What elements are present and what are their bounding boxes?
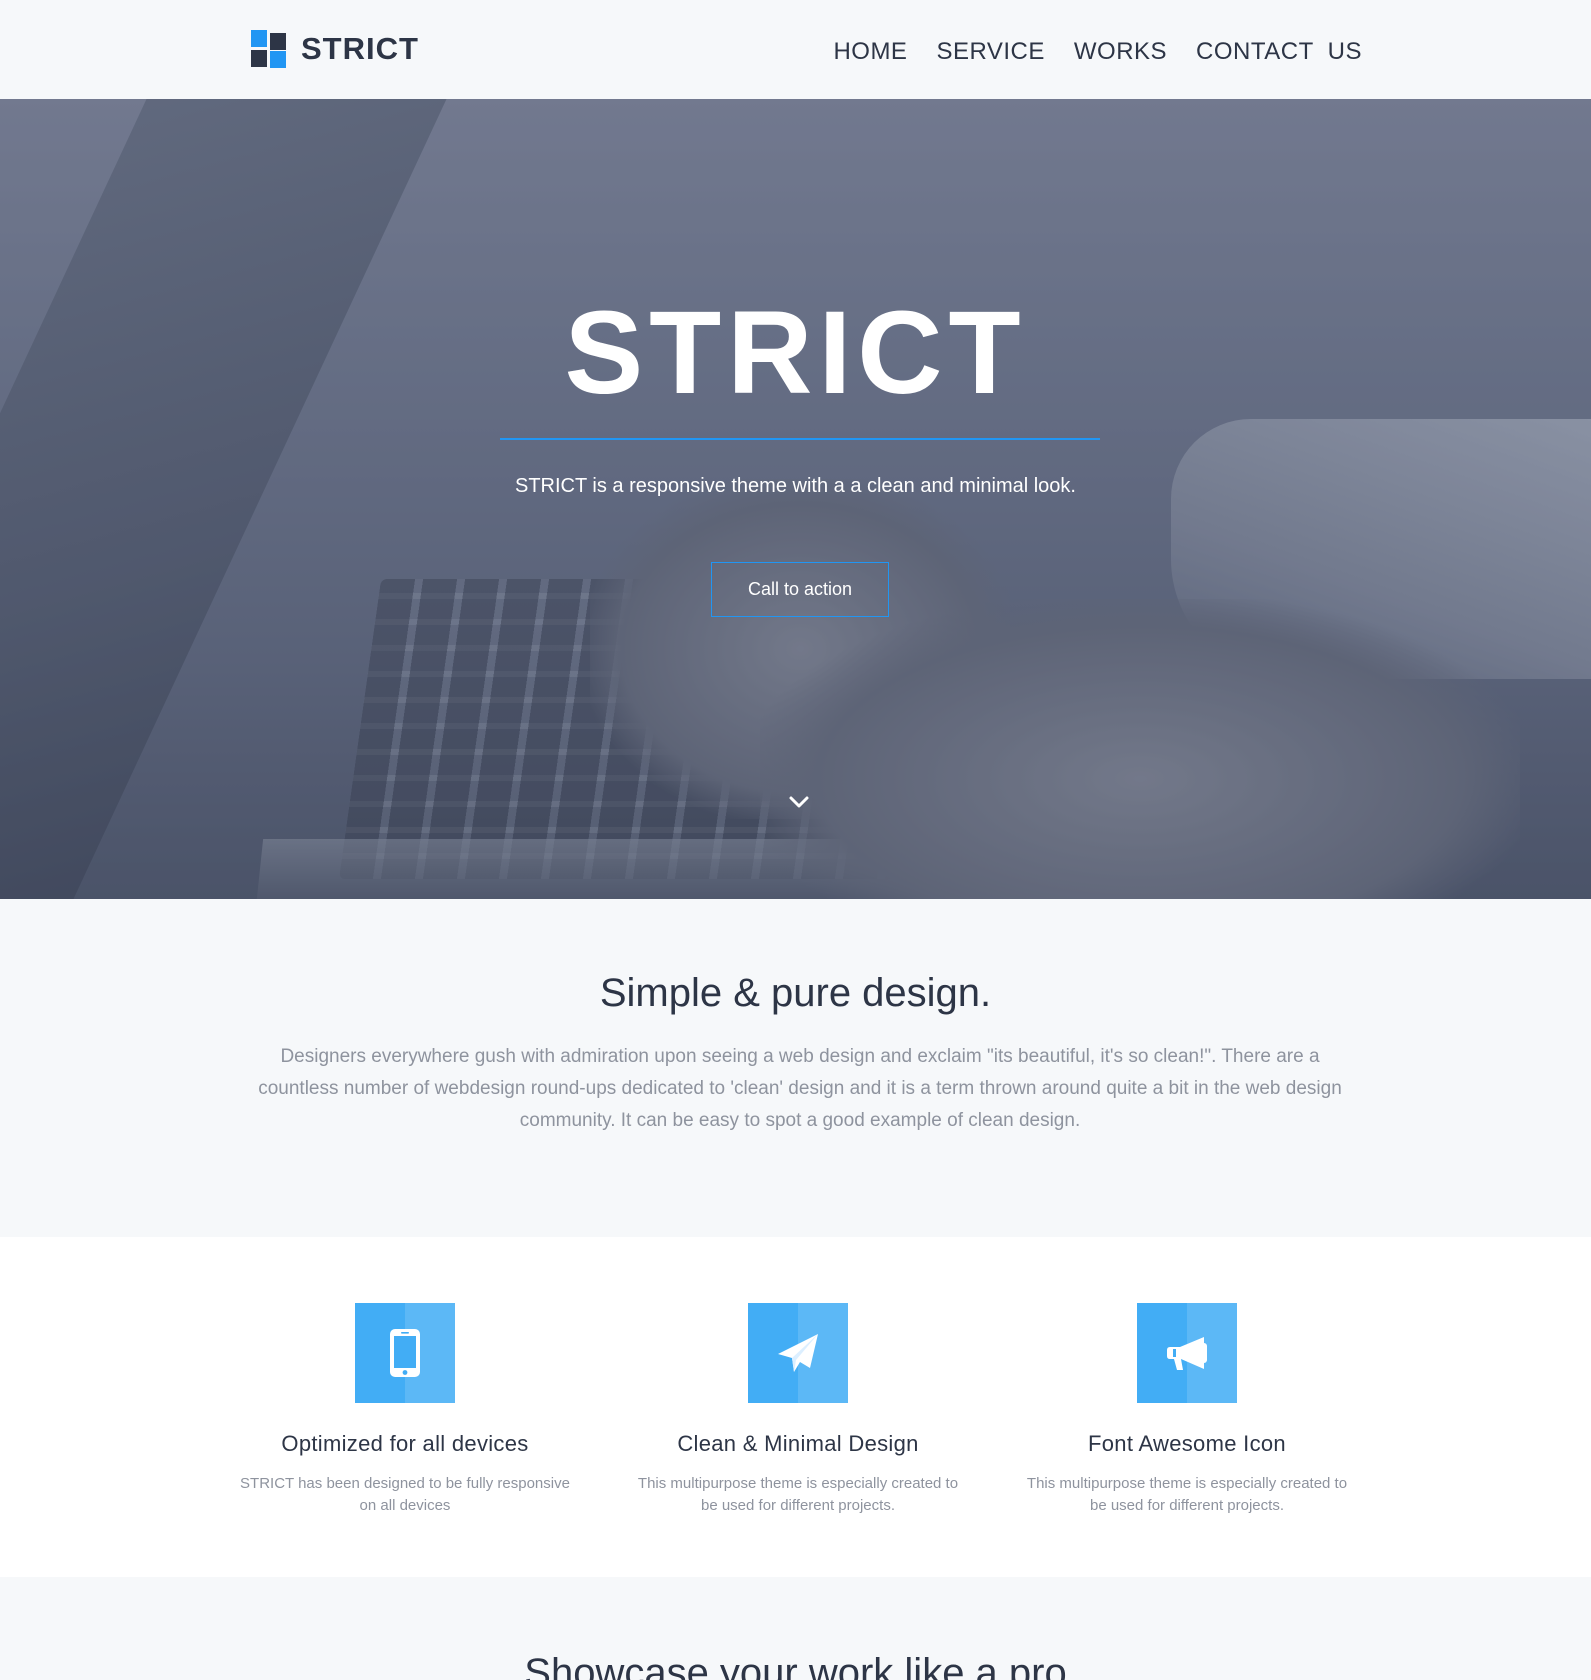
nav-item-home[interactable]: HOME [833,38,907,66]
mobile-phone-icon [355,1303,455,1403]
hero-subtitle: STRICT is a responsive theme with a a cl… [515,475,1076,497]
hero-divider [500,438,1100,440]
feature-card: Font Awesome Icon This multipurpose them… [1007,1303,1367,1517]
feature-title: Font Awesome Icon [1088,1431,1286,1456]
hero-overlay [0,99,1591,899]
features-section: Optimized for all devices STRICT has bee… [0,1237,1591,1577]
megaphone-icon [1137,1303,1237,1403]
feature-text: This multipurpose theme is especially cr… [637,1475,959,1514]
chevron-down-icon[interactable] [786,789,812,815]
nav-item-service[interactable]: SERVICE [936,38,1044,66]
showcase-section: Showcase your work like a pro [0,1577,1591,1680]
site-header: STRICT HOME SERVICE WORKS CONTACT US [0,0,1591,99]
logo-mark-icon [251,30,287,68]
feature-text: STRICT has been designed to be fully res… [240,1475,570,1514]
showcase-heading: Showcase your work like a pro [524,1651,1067,1680]
brand-name: STRICT [301,31,419,66]
nav-item-works[interactable]: WORKS [1074,38,1167,66]
brand-logo[interactable]: STRICT [251,30,419,68]
hero-section: STRICT STRICT is a responsive theme with… [0,99,1591,899]
intro-heading: Simple & pure design. [599,971,992,1015]
intro-text: Designers everywhere gush with admiratio… [258,1046,1342,1131]
main-nav: HOME SERVICE WORKS CONTACT US [833,38,1362,66]
feature-card: Optimized for all devices STRICT has bee… [225,1303,585,1517]
nav-item-contact-us[interactable]: CONTACT US [1196,38,1362,66]
feature-card: Clean & Minimal Design This multipurpose… [618,1303,978,1517]
paper-plane-icon [748,1303,848,1403]
intro-section: Simple & pure design. Designers everywhe… [0,899,1591,1237]
feature-title: Clean & Minimal Design [677,1431,919,1456]
feature-title: Optimized for all devices [281,1431,529,1456]
feature-text: This multipurpose theme is especially cr… [1026,1475,1348,1514]
call-to-action-button[interactable]: Call to action [711,562,889,617]
hero-title: STRICT [564,287,1027,419]
